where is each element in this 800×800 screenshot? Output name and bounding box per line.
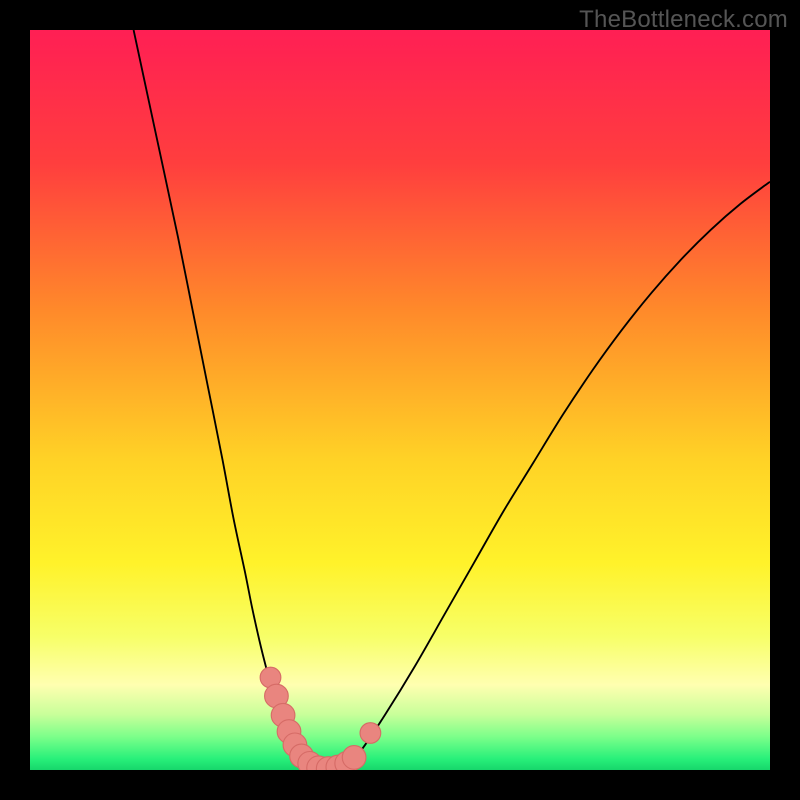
curve-marker xyxy=(360,723,381,744)
curve-overlay xyxy=(30,30,770,770)
plot-area xyxy=(30,30,770,770)
chart-frame: TheBottleneck.com xyxy=(0,0,800,800)
watermark-text: TheBottleneck.com xyxy=(579,6,788,34)
bottleneck-curve xyxy=(134,30,770,770)
curve-marker xyxy=(342,746,366,770)
curve-markers xyxy=(260,667,381,770)
